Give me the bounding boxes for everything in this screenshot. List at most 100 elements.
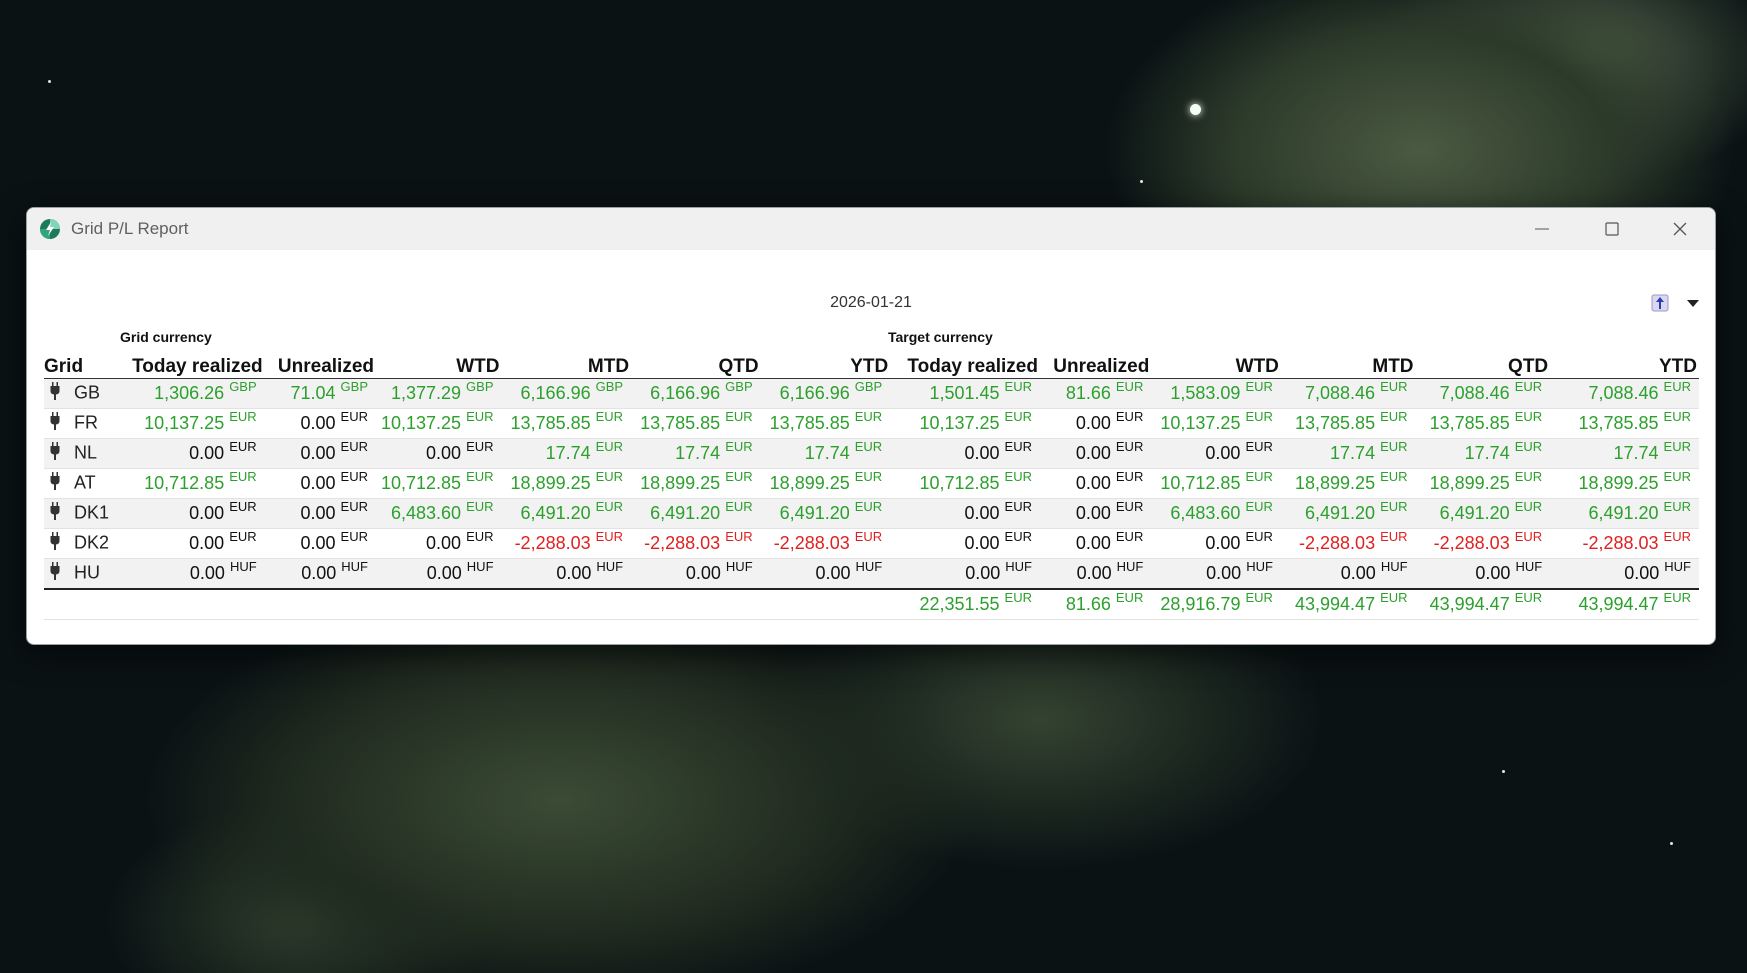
currency-code: EUR [1514, 469, 1543, 484]
column-header-7[interactable]: Today realized [890, 348, 1040, 379]
cell-value: 10,712.85 [919, 473, 1000, 493]
value-cell: 6,166.96 GBP [761, 379, 891, 409]
value-cell: -2,288.03 EUR [1416, 529, 1551, 559]
currency-code: HUF [229, 559, 257, 574]
currency-code: EUR [1115, 439, 1144, 454]
cell-value: 0.00 [300, 533, 336, 553]
table-row[interactable]: DK1 0.00 EUR 0.00 EUR 6,483.60 EUR 6,491.20 EUR 6… [44, 498, 1699, 529]
value-cell: -2,288.03 EUR [1550, 529, 1699, 559]
currency-code: EUR [1245, 439, 1273, 454]
currency-code: HUF [1005, 559, 1032, 574]
currency-code: GBP [725, 379, 753, 394]
window-title: Grid P/L Report [71, 219, 189, 238]
column-header-4[interactable]: MTD [502, 348, 632, 379]
currency-code: EUR [1004, 590, 1032, 605]
cell-value: 13,785.85 [640, 413, 721, 433]
currency-code: EUR [1115, 590, 1144, 605]
cell-value: 0.00 [426, 533, 462, 553]
column-header-3[interactable]: WTD [376, 348, 502, 379]
column-header-6[interactable]: YTD [761, 348, 891, 379]
currency-code: EUR [1245, 409, 1273, 424]
cell-value: 0.00 [965, 563, 1001, 583]
cell-value: 0.00 [1624, 563, 1660, 583]
currency-code: EUR [1004, 499, 1032, 514]
value-cell: 71.04 GBP [265, 379, 376, 409]
column-header-10[interactable]: MTD [1281, 348, 1416, 379]
grid-name-cell: FR [44, 409, 125, 439]
value-cell: 10,137.25 EUR [1151, 409, 1281, 439]
cell-value: 13,785.85 [510, 413, 591, 433]
value-cell: 6,483.60 EUR [1151, 499, 1281, 529]
currency-code: EUR [229, 529, 257, 544]
close-button[interactable] [1645, 208, 1715, 250]
cell-value: 10,137.25 [144, 413, 225, 433]
cell-value: 0.00 [300, 473, 336, 493]
cell-value: 13,785.85 [1295, 413, 1376, 433]
background-star [1140, 180, 1143, 183]
cell-value: 1,377.29 [390, 383, 462, 403]
value-cell: 17.74 EUR [631, 439, 761, 469]
cell-value: 43,994.47 [1429, 594, 1510, 614]
currency-code: EUR [229, 469, 257, 484]
currency-code: EUR [1380, 379, 1408, 394]
value-cell: 0.00 EUR [1040, 469, 1151, 499]
value-cell: 0.00 EUR [1040, 499, 1151, 529]
column-header-11[interactable]: QTD [1416, 348, 1551, 379]
table-row[interactable]: HU 0.00 HUF 0.00 HUF 0.00 HUF 0.00 HUF 0.00 HUF 0.0… [44, 558, 1699, 590]
cell-value: -2,288.03 [773, 533, 850, 553]
column-header-0[interactable]: Grid [44, 348, 125, 379]
value-cell: 0.00 HUF [125, 559, 265, 590]
value-cell: 6,483.60 EUR [376, 499, 502, 529]
background-star [48, 80, 51, 83]
cell-value: -2,288.03 [1433, 533, 1510, 553]
currency-code: GBP [854, 379, 883, 394]
currency-code: EUR [854, 499, 883, 514]
table-row[interactable]: AT 10,712.85 EUR 0.00 EUR 10,712.85 EUR 18,899.… [44, 469, 1699, 499]
value-cell: 0.00 EUR [1040, 529, 1151, 559]
cell-value: 6,491.20 [1439, 503, 1510, 523]
column-header-2[interactable]: Unrealized [265, 348, 376, 379]
title-bar[interactable]: Grid P/L Report [27, 208, 1715, 250]
value-cell: 0.00 EUR [265, 439, 376, 469]
cell-value: 0.00 [300, 443, 336, 463]
cell-value: 0.00 [1205, 443, 1241, 463]
cell-value: 17.74 [1613, 443, 1659, 463]
pl-table: Grid Today realized Unrealized WTD MTD QTD YTD… [44, 348, 1699, 620]
cell-value: 0.00 [1340, 563, 1376, 583]
cell-value: 0.00 [1475, 563, 1511, 583]
table-row[interactable]: NL 0.00 EUR 0.00 EUR 0.00 EUR 17.74 EUR 17.74 EUR 1… [44, 438, 1699, 469]
column-header-12[interactable]: YTD [1550, 348, 1699, 379]
currency-code: EUR [466, 529, 494, 544]
currency-code: EUR [1663, 379, 1691, 394]
minimize-button[interactable] [1507, 208, 1577, 250]
dropdown-caret-icon[interactable] [1687, 300, 1699, 307]
background-star [1502, 770, 1505, 773]
currency-code: EUR [229, 499, 257, 514]
export-icon[interactable] [1651, 294, 1669, 312]
maximize-button[interactable] [1577, 208, 1647, 250]
table-row[interactable]: DK2 0.00 EUR 0.00 EUR 0.00 EUR -2,288.03 EUR -2,2… [44, 529, 1699, 559]
value-cell: 13,785.85 EUR [1416, 409, 1551, 439]
column-header-9[interactable]: WTD [1151, 348, 1281, 379]
currency-code: EUR [595, 439, 624, 454]
table-row[interactable]: GB 1,306.26 GBP 71.04 GBP 1,377.29 GBP 6,166.96… [44, 378, 1699, 409]
cell-value: 0.00 [189, 443, 225, 463]
currency-code: EUR [1380, 499, 1408, 514]
cell-value: 0.00 [1075, 443, 1111, 463]
cell-value: 6,483.60 [1170, 503, 1241, 523]
currency-code: HUF [1664, 559, 1691, 574]
currency-code: EUR [1004, 439, 1032, 454]
column-header-5[interactable]: QTD [631, 348, 761, 379]
currency-code: EUR [1380, 409, 1408, 424]
currency-code: EUR [1514, 409, 1543, 424]
value-cell: 17.74 EUR [1416, 439, 1551, 469]
value-cell: 0.00 EUR [265, 409, 376, 439]
column-header-1[interactable]: Today realized [125, 348, 265, 379]
column-header-8[interactable]: Unrealized [1040, 348, 1151, 379]
report-window: Grid P/L Report 2026-01-21 Grid currency… [26, 207, 1716, 645]
plug-icon [50, 442, 60, 465]
value-cell: 6,166.96 GBP [502, 379, 632, 409]
table-row[interactable]: FR 10,137.25 EUR 0.00 EUR 10,137.25 EUR 13,785.… [44, 409, 1699, 439]
maximize-icon [1605, 222, 1619, 236]
currency-code: EUR [595, 529, 624, 544]
